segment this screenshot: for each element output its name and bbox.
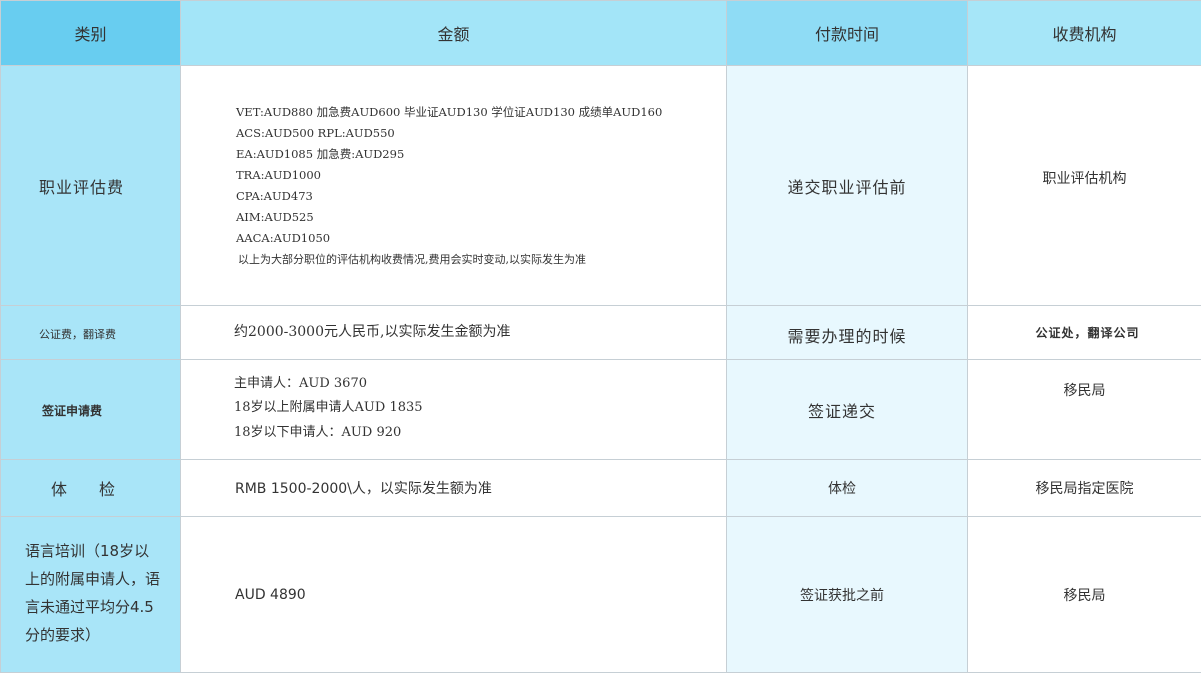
amount-line: AIM:AUD525	[236, 207, 726, 228]
payment-time-cell: 签证获批之前	[727, 517, 968, 673]
payment-time-cell: 体检	[727, 460, 968, 517]
amount-line: 18岁以上附属申请人AUD 1835	[234, 396, 726, 421]
table-row: 签证申请费 主申请人：AUD 3670 18岁以上附属申请人AUD 1835 1…	[1, 360, 1201, 460]
table-row: 职业评估费 VET:AUD880 加急费AUD600 毕业证AUD130 学位证…	[1, 66, 1201, 306]
payment-time-text: 需要办理的时候	[727, 323, 967, 347]
category-cell: 签证申请费	[1, 360, 181, 460]
agency-cell: 公证处，翻译公司	[968, 306, 1201, 360]
agency-text: 移民局	[968, 585, 1201, 605]
amount-cell: VET:AUD880 加急费AUD600 毕业证AUD130 学位证AUD130…	[181, 66, 727, 306]
amount-line: CPA:AUD473	[236, 186, 726, 207]
header-row: 类别 金额 付款时间 收费机构	[1, 1, 1201, 66]
category-cell: 公证费，翻译费	[1, 306, 181, 360]
header-category: 类别	[1, 1, 181, 66]
category-text: 语言培训（18岁以上的附属申请人，语言未通过平均分4.5分的要求）	[1, 537, 180, 649]
agency-text: 移民局	[968, 380, 1201, 400]
category-text: 体 检	[1, 476, 180, 500]
agency-text: 公证处，翻译公司	[968, 324, 1201, 341]
amount-cell: 约2000-3000元人民币,以实际发生金额为准	[181, 306, 727, 360]
amount-note: 以上为大部分职位的评估机构收费情况,费用会实时变动,以实际发生为准	[236, 249, 726, 270]
amount-line: 主申请人：AUD 3670	[234, 372, 726, 397]
agency-cell: 职业评估机构	[968, 66, 1201, 306]
payment-time-text: 体检	[727, 478, 968, 498]
table-row: 体 检 RMB 1500-2000\人，以实际发生额为准 体检 移民局指定医院	[1, 460, 1201, 517]
amount-line: ACS:AUD500 RPL:AUD550	[236, 123, 726, 144]
amount-cell: AUD 4890	[181, 517, 727, 673]
amount-line: EA:AUD1085 加急费:AUD295	[236, 144, 726, 165]
category-cell: 语言培训（18岁以上的附属申请人，语言未通过平均分4.5分的要求）	[1, 517, 181, 673]
category-text: 公证费，翻译费	[1, 326, 180, 342]
agency-text: 职业评估机构	[968, 168, 1201, 188]
header-payment-time: 付款时间	[727, 1, 968, 66]
category-cell: 体 检	[1, 460, 181, 517]
amount-lines: VET:AUD880 加急费AUD600 毕业证AUD130 学位证AUD130…	[181, 102, 726, 270]
amount-line: 18岁以下申请人：AUD 920	[234, 421, 726, 446]
payment-time-cell: 递交职业评估前	[727, 66, 968, 306]
amount-line: AUD 4890	[181, 587, 726, 603]
amount-line: AACA:AUD1050	[236, 228, 726, 249]
payment-time-cell: 需要办理的时候	[727, 306, 968, 360]
amount-cell: 主申请人：AUD 3670 18岁以上附属申请人AUD 1835 18岁以下申请…	[181, 360, 727, 460]
agency-cell: 移民局	[968, 360, 1201, 460]
amount-cell: RMB 1500-2000\人，以实际发生额为准	[181, 460, 727, 517]
payment-time-cell: 签证递交	[727, 360, 968, 460]
agency-cell: 移民局	[968, 517, 1201, 673]
table-row: 语言培训（18岁以上的附属申请人，语言未通过平均分4.5分的要求） AUD 48…	[1, 517, 1201, 673]
category-text: 签证申请费	[1, 402, 180, 419]
payment-time-text: 签证递交	[727, 398, 968, 422]
category-cell: 职业评估费	[1, 66, 181, 306]
header-agency: 收费机构	[968, 1, 1201, 66]
table-row: 公证费，翻译费 约2000-3000元人民币,以实际发生金额为准 需要办理的时候…	[1, 306, 1201, 360]
agency-text: 移民局指定医院	[968, 478, 1201, 498]
payment-time-text: 递交职业评估前	[727, 174, 967, 198]
payment-time-text: 签证获批之前	[727, 585, 968, 605]
amount-line: TRA:AUD1000	[236, 165, 726, 186]
amount-line: VET:AUD880 加急费AUD600 毕业证AUD130 学位证AUD130…	[236, 102, 726, 123]
fee-table: 类别 金额 付款时间 收费机构 职业评估费 VET:AUD880 加急费AUD6…	[0, 0, 1201, 673]
agency-cell: 移民局指定医院	[968, 460, 1201, 517]
amount-line: 约2000-3000元人民币,以实际发生金额为准	[181, 321, 726, 341]
header-amount: 金额	[181, 1, 727, 66]
category-text: 职业评估费	[1, 174, 180, 198]
amount-line: RMB 1500-2000\人，以实际发生额为准	[181, 478, 726, 498]
amount-lines: 主申请人：AUD 3670 18岁以上附属申请人AUD 1835 18岁以下申请…	[181, 372, 726, 446]
